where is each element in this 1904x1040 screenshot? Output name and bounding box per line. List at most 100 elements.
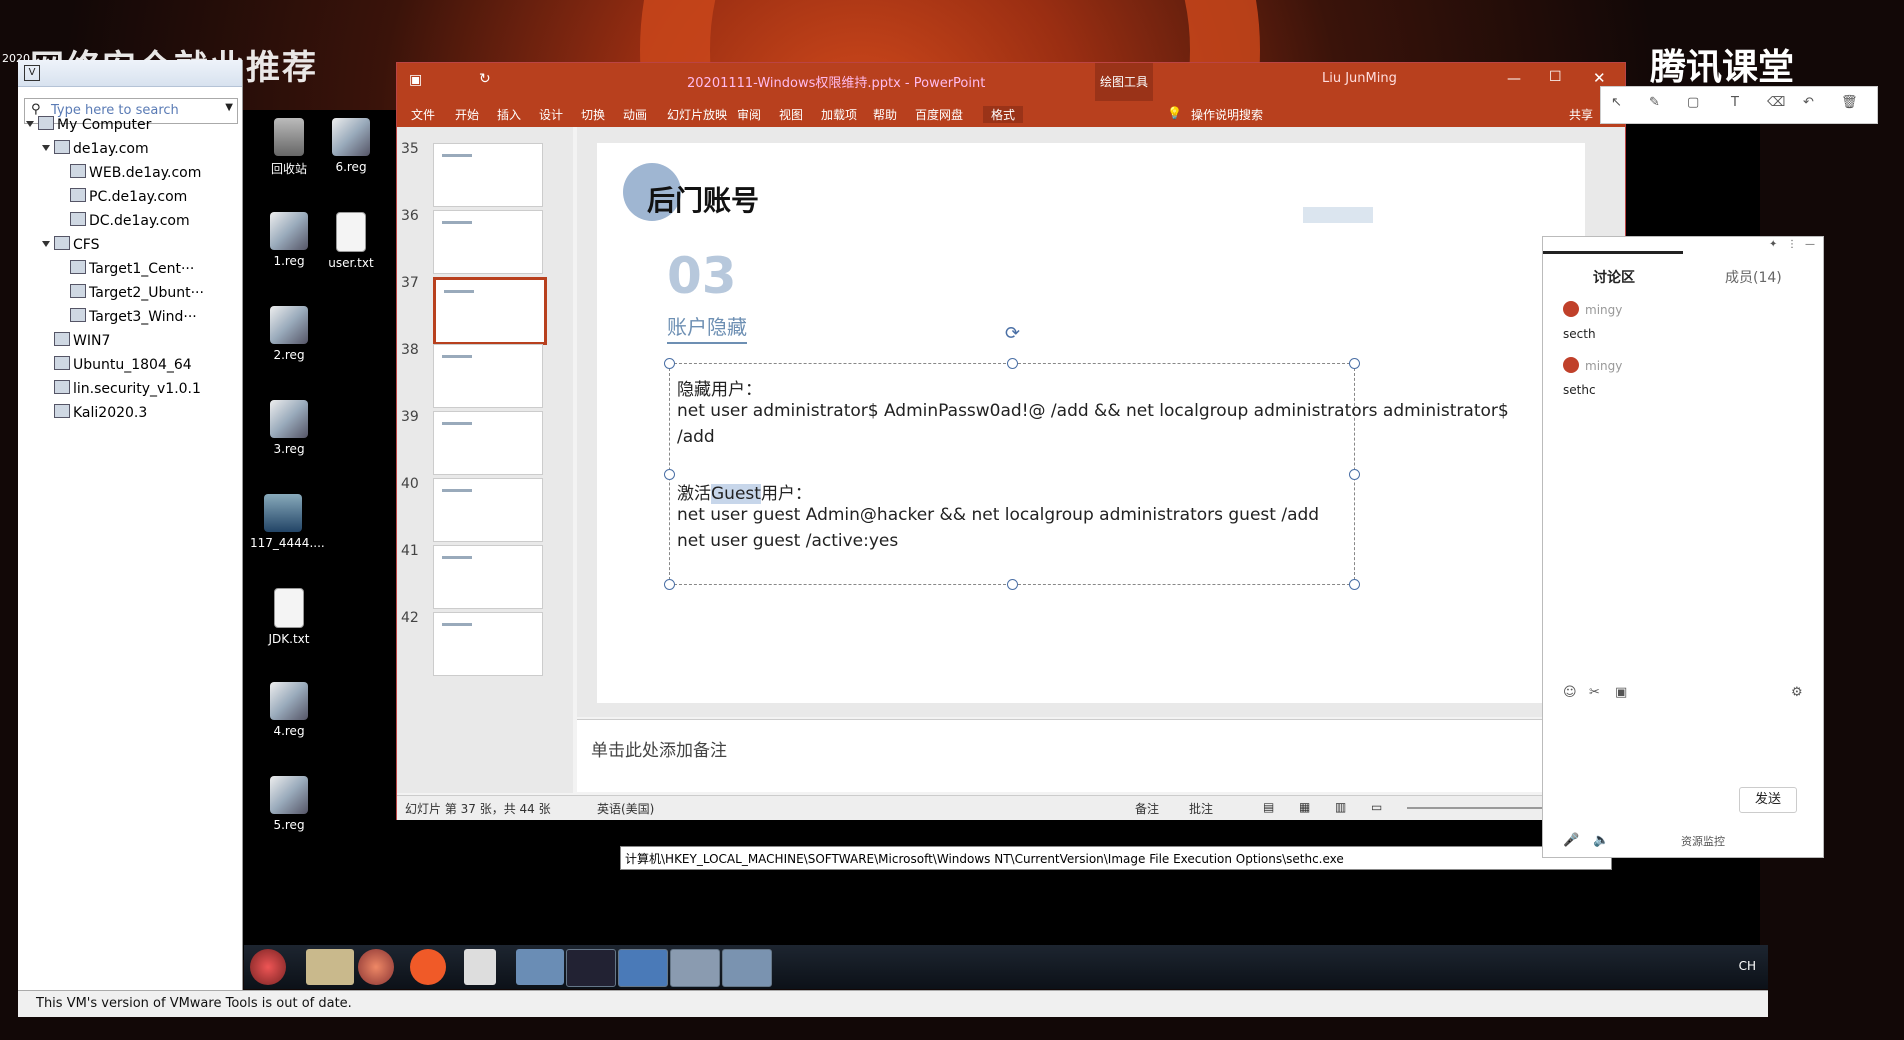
notes-pane[interactable]: 单击此处添加备注 <box>577 719 1625 792</box>
tree-item[interactable]: lin.security_v1.0.1 <box>42 380 201 397</box>
minimize-icon[interactable]: — <box>1805 239 1815 250</box>
save-icon[interactable]: ▣ <box>409 72 422 88</box>
tell-me-search[interactable]: 操作说明搜索 <box>1191 106 1263 123</box>
undo-icon[interactable]: ↶ <box>1803 95 1814 110</box>
ribbon-tab[interactable]: 插入 <box>497 106 521 123</box>
ribbon-tab[interactable]: 百度网盘 <box>915 106 963 123</box>
tree-item[interactable]: Ubuntu_1804_64 <box>42 356 192 373</box>
tree-item[interactable]: CFS <box>42 236 99 253</box>
code-line[interactable]: 激活Guest用户： <box>677 479 812 504</box>
tray-language[interactable]: CH <box>1739 959 1756 973</box>
cmd-icon[interactable] <box>566 949 616 987</box>
pin-icon[interactable]: ✦ <box>1769 239 1777 250</box>
slide-thumbnail[interactable] <box>433 411 543 475</box>
expand-arrow-icon[interactable] <box>26 121 34 127</box>
send-button[interactable]: 发送 <box>1739 787 1797 813</box>
ppt-user-name[interactable]: Liu JunMing <box>1322 71 1397 86</box>
resize-handle[interactable] <box>664 579 675 590</box>
explorer-icon[interactable] <box>306 949 354 985</box>
section-number[interactable]: 03 <box>667 247 737 305</box>
desktop-icon[interactable]: 3.reg <box>256 400 322 456</box>
section-subtitle[interactable]: 账户隐藏 <box>667 311 747 344</box>
current-slide[interactable]: 后门账号 03 账户隐藏 ⟳ 隐藏用户： net user administra… <box>597 143 1585 703</box>
slide-thumbnail[interactable] <box>433 545 543 609</box>
slide-thumbnail[interactable] <box>433 143 543 207</box>
text-icon[interactable]: T <box>1731 95 1739 110</box>
tree-item[interactable]: WEB.de1ay.com <box>58 164 201 181</box>
ribbon-tab[interactable]: 加载项 <box>821 106 857 123</box>
resize-handle[interactable] <box>1007 358 1018 369</box>
resource-monitor-button[interactable]: 资源监控 <box>1681 833 1725 849</box>
tab-members[interactable]: 成员(14) <box>1725 267 1782 287</box>
ribbon-tab[interactable]: 文件 <box>411 106 435 123</box>
search-tool-icon[interactable] <box>410 949 446 985</box>
tree-item[interactable]: Target1_Cent··· <box>58 260 194 277</box>
window-icon[interactable] <box>722 949 772 987</box>
notepad-icon[interactable] <box>464 949 496 985</box>
code-line[interactable]: net user guest Admin@hacker && net local… <box>677 505 1319 525</box>
resize-handle[interactable] <box>1007 579 1018 590</box>
eraser-icon[interactable]: ⌫ <box>1767 95 1785 110</box>
desktop-icon[interactable]: 4.reg <box>256 682 322 738</box>
comments-button[interactable]: 批注 <box>1189 800 1213 817</box>
rotate-handle-icon[interactable]: ⟳ <box>1005 323 1020 344</box>
slide-thumbnail[interactable] <box>433 344 543 408</box>
resize-handle[interactable] <box>1349 469 1360 480</box>
slide-sorter-icon[interactable]: ▦ <box>1299 800 1310 814</box>
tree-item[interactable]: Kali2020.3 <box>42 404 147 421</box>
remote-desktop-icon[interactable] <box>618 949 668 987</box>
desktop-icon[interactable]: user.txt <box>318 212 384 270</box>
slide-thumbnail[interactable] <box>433 277 547 345</box>
resize-handle[interactable] <box>1349 358 1360 369</box>
ribbon-tab[interactable]: 开始 <box>455 106 479 123</box>
slide-thumbnail[interactable] <box>433 210 543 274</box>
text-box-selected[interactable] <box>664 358 1360 590</box>
code-line[interactable]: 隐藏用户： <box>677 375 762 400</box>
desktop-icon[interactable]: 6.reg <box>318 118 384 174</box>
tree-item[interactable]: Target3_Wind··· <box>58 308 197 325</box>
ribbon-tab[interactable]: 切换 <box>581 106 605 123</box>
share-button[interactable]: 共享 <box>1569 106 1593 123</box>
expand-arrow-icon[interactable] <box>42 145 50 151</box>
close-icon[interactable]: ✕ <box>1593 69 1606 87</box>
resize-handle[interactable] <box>664 358 675 369</box>
ribbon-tab[interactable]: 幻灯片放映 <box>667 106 727 123</box>
ribbon-tab[interactable]: 视图 <box>779 106 803 123</box>
tree-item[interactable]: WIN7 <box>42 332 110 349</box>
trash-icon[interactable]: 🗑 <box>1841 95 1858 110</box>
cursor-icon[interactable]: ↖ <box>1611 95 1622 110</box>
tree-item[interactable]: PC.de1ay.com <box>58 188 187 205</box>
tree-item[interactable]: de1ay.com <box>42 140 149 157</box>
slide-title[interactable]: 后门账号 <box>647 179 759 219</box>
desktop-icon[interactable]: JDK.txt <box>256 588 322 646</box>
reading-view-icon[interactable]: ▥ <box>1335 800 1346 814</box>
settings-icon[interactable]: ⚙ <box>1791 685 1803 700</box>
emoji-icon[interactable]: ☺ <box>1563 685 1577 700</box>
tree-item[interactable]: My Computer <box>26 116 151 133</box>
resize-handle[interactable] <box>1349 579 1360 590</box>
expand-arrow-icon[interactable] <box>42 241 50 247</box>
ribbon-tab[interactable]: 动画 <box>623 106 647 123</box>
slide-thumbnail[interactable] <box>433 612 543 676</box>
ribbon-tab[interactable]: 审阅 <box>737 106 761 123</box>
pen-icon[interactable]: ✎ <box>1649 95 1660 110</box>
code-line[interactable]: net user administrator$ AdminPassw0ad!@ … <box>677 401 1509 421</box>
normal-view-icon[interactable]: ▤ <box>1263 800 1274 814</box>
network-icon[interactable] <box>516 949 564 985</box>
code-line[interactable]: net user guest /active:yes <box>677 531 898 551</box>
notes-button[interactable]: 备注 <box>1135 800 1159 817</box>
desktop-icon[interactable]: 117_4444.... <box>250 494 325 550</box>
rectangle-icon[interactable]: ▢ <box>1687 95 1699 110</box>
redo-icon[interactable]: ↻ <box>479 71 491 87</box>
speaker-icon[interactable]: 🔈 <box>1593 833 1609 848</box>
desktop-icon[interactable]: 回收站 <box>256 118 322 177</box>
microphone-icon[interactable]: 🎤 <box>1563 833 1579 848</box>
desktop-icon[interactable]: 1.reg <box>256 212 322 268</box>
regedit-icon[interactable] <box>670 949 720 987</box>
regedit-address-bar[interactable]: 计算机\HKEY_LOCAL_MACHINE\SOFTWARE\Microsof… <box>620 846 1612 870</box>
ribbon-tab[interactable]: 帮助 <box>873 106 897 123</box>
maximize-icon[interactable]: ☐ <box>1549 69 1562 85</box>
tab-discussion[interactable]: 讨论区 <box>1593 267 1635 287</box>
tree-item[interactable]: DC.de1ay.com <box>58 212 190 229</box>
image-icon[interactable]: ▣ <box>1615 685 1627 700</box>
